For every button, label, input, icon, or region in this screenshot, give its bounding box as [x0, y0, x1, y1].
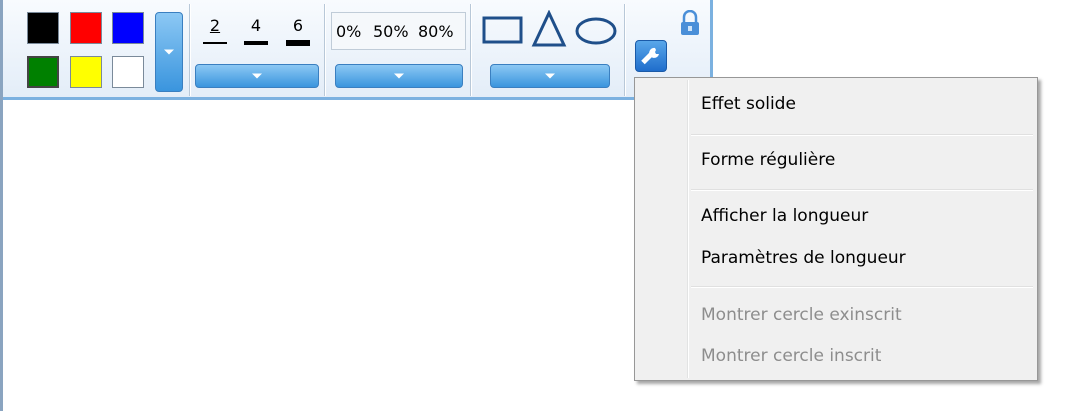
menu-gutter: [687, 80, 689, 378]
opacity-option-0[interactable]: 0%: [336, 22, 361, 41]
stroke-line: [244, 41, 268, 45]
opacity-option-50[interactable]: 50%: [373, 22, 409, 41]
menu-item-effet-solide[interactable]: Effet solide: [701, 94, 796, 114]
ellipse-icon[interactable]: [574, 16, 618, 46]
stroke-width-6[interactable]: 6: [283, 18, 313, 50]
chevron-down-icon: [252, 73, 262, 79]
settings-button[interactable]: [635, 40, 667, 72]
menu-separator: [691, 134, 1033, 136]
menu-separator: [691, 286, 1033, 288]
stroke-line: [203, 42, 227, 44]
color-swatch-yellow[interactable]: [70, 56, 102, 88]
divider: [325, 4, 326, 96]
stroke-width-label: 2: [209, 16, 221, 35]
rectangle-icon[interactable]: [482, 14, 524, 46]
chevron-down-icon: [394, 73, 404, 79]
color-swatch-blue[interactable]: [112, 12, 144, 44]
chevron-down-icon: [164, 49, 174, 55]
color-swatch-green[interactable]: [27, 56, 59, 88]
context-menu: Effet solide Forme régulière Afficher la…: [634, 77, 1038, 381]
menu-item-cercle-inscrit: Montrer cercle inscrit: [701, 346, 882, 366]
wrench-icon: [641, 47, 659, 65]
color-swatch-white[interactable]: [112, 56, 144, 88]
divider: [190, 4, 191, 96]
opacity-expand-button[interactable]: [335, 64, 463, 88]
triangle-icon[interactable]: [531, 9, 567, 48]
divider: [471, 4, 472, 96]
opacity-option-80[interactable]: 80%: [418, 22, 454, 41]
lock-button[interactable]: [679, 9, 701, 36]
stroke-width-4[interactable]: 4: [241, 18, 271, 50]
color-swatch-red[interactable]: [70, 12, 102, 44]
menu-separator: [691, 189, 1033, 191]
stroke-line: [286, 40, 310, 46]
menu-item-cercle-exinscrit: Montrer cercle exinscrit: [701, 305, 902, 325]
chevron-down-icon: [545, 73, 555, 79]
palette-expand-button[interactable]: [155, 12, 183, 92]
divider: [625, 4, 626, 96]
menu-item-forme-reguliere[interactable]: Forme régulière: [701, 150, 835, 170]
color-swatch-black[interactable]: [27, 12, 59, 44]
stroke-width-label: 6: [292, 16, 304, 35]
shape-expand-button[interactable]: [490, 64, 610, 88]
lock-icon: [681, 9, 699, 35]
stroke-width-2[interactable]: 2: [200, 18, 230, 50]
toolbar: 2 4 6 0% 50% 80%: [3, 0, 712, 100]
menu-item-parametres-longueur[interactable]: Paramètres de longueur: [701, 248, 906, 268]
stroke-expand-button[interactable]: [195, 64, 319, 88]
stroke-width-label: 4: [250, 16, 262, 35]
menu-item-afficher-longueur[interactable]: Afficher la longueur: [701, 206, 868, 226]
